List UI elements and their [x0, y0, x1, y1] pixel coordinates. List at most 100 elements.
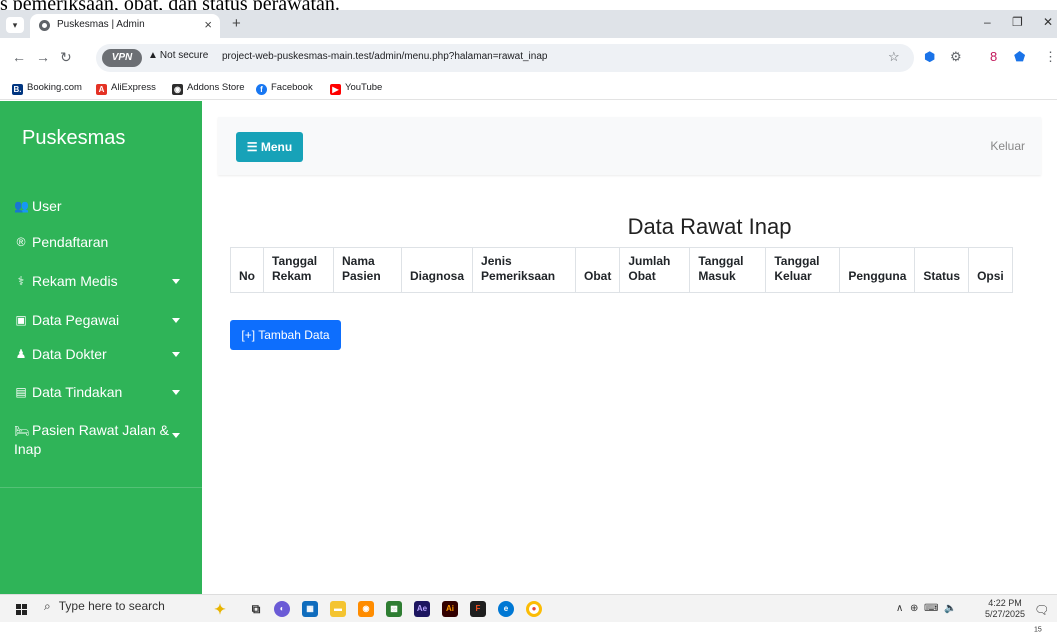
app-icon-orange[interactable]: ◉ [358, 601, 374, 617]
copilot-icon[interactable]: ◐ [274, 601, 290, 617]
sidebar-item-label: Pasien Rawat Jalan & Inap [14, 422, 169, 457]
reload-icon[interactable]: ↻ [60, 49, 72, 66]
shield-extension-icon[interactable]: ⬢ [924, 49, 935, 65]
brand-title[interactable]: Puskesmas [22, 127, 125, 150]
back-icon[interactable]: ← [12, 49, 26, 65]
chevron-down-icon [172, 433, 180, 438]
sidebar-item-rekam-medis[interactable]: ⚕ Rekam Medis [14, 273, 192, 289]
col-opsi: Opsi [968, 247, 1013, 293]
chevron-down-icon [172, 352, 180, 357]
edge-icon[interactable]: e [498, 601, 514, 617]
col-tanggal-masuk: Tanggal Masuk [689, 247, 767, 293]
bookmark-booking[interactable]: B. Booking.com [12, 82, 82, 95]
notification-count: 15 [1034, 626, 1042, 633]
minecraft-icon[interactable]: ▩ [386, 601, 402, 617]
sidebar-item-data-pegawai[interactable]: ▣ Data Pegawai [14, 312, 192, 328]
sidebar-item-label: Data Pegawai [32, 312, 120, 328]
sidebar-item-user[interactable]: 👥 User [14, 198, 192, 214]
tab-close-icon[interactable]: × [204, 17, 212, 32]
close-window-icon[interactable]: ✕ [1043, 15, 1053, 29]
browser-toolbar: ← → ↻ VPN ▲ Not secure project-web-puskes… [0, 38, 1057, 78]
bookmark-label: AliExpress [111, 82, 156, 93]
minimize-icon[interactable]: – [984, 15, 991, 29]
doctor-icon: ♟ [15, 347, 27, 361]
top-navbar: ☰ Menu Keluar [218, 117, 1041, 175]
col-tanggal-rekam: Tanggal Rekam [263, 247, 334, 293]
browser-tab[interactable]: Puskesmas | Admin × [30, 14, 220, 38]
col-obat: Obat [575, 247, 621, 293]
col-pengguna: Pengguna [839, 247, 916, 293]
after-effects-icon[interactable]: Ae [414, 601, 430, 617]
chrome-icon[interactable]: ● [526, 601, 542, 617]
bookmark-aliexpress[interactable]: A AliExpress [96, 82, 156, 95]
chevron-down-icon [172, 318, 180, 323]
site-favicon-icon [39, 20, 50, 31]
bookmark-youtube[interactable]: ▶ YouTube [330, 82, 382, 95]
logout-link[interactable]: Keluar [990, 139, 1025, 153]
bookmarks-bar: B. Booking.com A AliExpress ◉ Addons Store … [0, 78, 1057, 100]
browser-tab-strip: ▾ Puskesmas | Admin × + – ❐ ✕ [0, 10, 1057, 38]
security-label: Not secure [159, 50, 209, 61]
bookmark-label: Addons Store [187, 82, 245, 93]
profile-icon[interactable]: 8 [990, 49, 997, 64]
windows-start-icon[interactable] [16, 604, 27, 615]
table-header-row: No Tanggal Rekam Nama Pasien Diagnosa Je… [230, 247, 1013, 293]
taskbar-search[interactable]: ⌕ Type here to search [44, 599, 202, 619]
clock-time: 4:22 PM [988, 598, 1022, 608]
aliexpress-icon: A [96, 84, 107, 95]
menu-toggle-button[interactable]: ☰ Menu [236, 132, 303, 162]
extensions-icon[interactable]: ⚙ [950, 49, 962, 65]
restore-icon[interactable]: ❐ [1012, 15, 1023, 29]
col-jumlah-obat: Jumlah Obat [619, 247, 691, 293]
sidebar-item-label: Data Dokter [32, 346, 107, 362]
sidebar-item-label: Data Tindakan [32, 384, 123, 400]
add-data-button[interactable]: [+] Tambah Data [230, 320, 341, 350]
search-placeholder: Type here to search [58, 599, 165, 613]
volume-icon[interactable]: 🔈 [944, 603, 956, 614]
bookmark-facebook[interactable]: f Facebook [256, 82, 313, 95]
security-indicator[interactable]: ▲ Not secure [148, 50, 208, 61]
col-diagnosa: Diagnosa [400, 247, 474, 293]
sidebar-item-pasien-rawat[interactable]: 🛏 Pasien Rawat Jalan & Inap [14, 421, 192, 458]
forward-icon[interactable]: → [36, 49, 50, 65]
keyboard-layout-icon[interactable]: ⌨ [924, 603, 938, 614]
store-icon[interactable]: ▦ [302, 601, 318, 617]
sidebar-divider [0, 487, 202, 488]
figma-icon[interactable]: F [470, 601, 486, 617]
facebook-icon: f [256, 84, 267, 95]
illustrator-icon[interactable]: Ai [442, 601, 458, 617]
copilot-sparkle-icon[interactable]: ✦ [212, 601, 228, 617]
youtube-icon: ▶ [330, 84, 341, 95]
sidebar-item-data-tindakan[interactable]: ▤ Data Tindakan [14, 384, 192, 400]
password-manager-icon[interactable]: ⬟ [1014, 49, 1025, 65]
system-clock[interactable]: 4:22 PM 5/27/2025 [985, 598, 1025, 620]
file-explorer-icon[interactable]: ▬ [330, 601, 346, 617]
sidebar: Puskesmas 👥 User ® Pendaftaran ⚕ Rekam Medi… [0, 101, 202, 594]
col-jenis-pemeriksaan: Jenis Pemeriksaan [472, 247, 577, 293]
page-title: Data Rawat Inap [627, 214, 792, 239]
users-icon: 👥 [14, 199, 29, 213]
bookmark-addons-store[interactable]: ◉ Addons Store [172, 82, 245, 95]
col-status: Status [914, 247, 970, 293]
network-icon[interactable]: ⊕ [910, 603, 918, 614]
tray-chevron-icon[interactable]: ∧ [896, 603, 903, 614]
addons-store-icon: ◉ [172, 84, 183, 95]
bookmark-star-icon[interactable]: ☆ [888, 49, 900, 65]
tab-search-icon[interactable]: ▾ [6, 17, 24, 33]
sidebar-item-pendaftaran[interactable]: ® Pendaftaran [14, 234, 192, 250]
url-text[interactable]: project-web-puskesmas-main.test/admin/me… [222, 51, 547, 62]
sidebar-item-label: User [32, 198, 62, 214]
booking-icon: B. [12, 84, 23, 95]
vpn-badge[interactable]: VPN [102, 49, 142, 67]
stethoscope-icon: ⚕ [17, 274, 25, 288]
notification-icon[interactable]: 🗨15 [1034, 603, 1057, 633]
sidebar-item-data-dokter[interactable]: ♟ Data Dokter [14, 346, 192, 362]
bookmark-label: YouTube [345, 82, 383, 93]
col-tanggal-keluar: Tanggal Keluar [765, 247, 841, 293]
bookmark-label: Facebook [271, 82, 313, 93]
bed-icon: 🛏 [14, 424, 30, 438]
sidebar-item-label: Rekam Medis [32, 273, 118, 289]
task-view-icon[interactable]: ⧉ [248, 601, 264, 617]
new-tab-icon[interactable]: + [232, 15, 241, 32]
more-menu-icon[interactable]: ⋮ [1044, 49, 1057, 65]
